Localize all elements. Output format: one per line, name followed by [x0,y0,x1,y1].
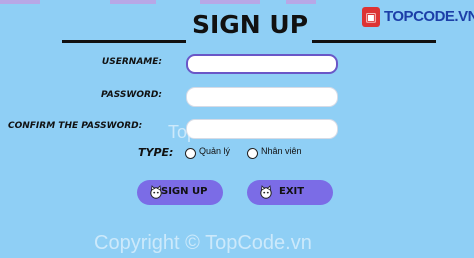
exit-button-label: EXIT [279,186,305,197]
page-title: SIGN UP [191,10,309,39]
title-underline-left [62,40,186,43]
cat-icon [260,185,272,199]
type-label: TYPE: [138,146,174,159]
exit-button[interactable]: EXIT [247,180,333,205]
watermark-bottom: Copyright © TopCode.vn [94,232,312,254]
brand-logo: ▣ TOPCODE.VN [362,6,474,30]
password-input[interactable] [186,87,338,107]
username-input[interactable] [186,54,338,74]
top-strip [0,0,474,4]
radio-quan-ly[interactable] [185,148,196,159]
username-label: USERNAME: [101,57,162,67]
logo-text: TOPCODE.VN [384,8,474,25]
watermark-center: TopCode.vn [168,122,265,142]
logo-mark-icon: ▣ [362,7,380,27]
confirm-password-label: CONFIRM THE PASSWORD: [8,121,143,131]
signup-button[interactable]: SIGN UP [137,180,223,205]
title-underline-right [312,40,436,43]
password-label: PASSWORD: [101,90,162,100]
radio-nhan-vien-label: Nhân viên [261,146,302,156]
radio-quan-ly-label: Quản lý [199,146,231,156]
signup-button-label: SIGN UP [161,186,208,197]
radio-nhan-vien[interactable] [247,148,258,159]
